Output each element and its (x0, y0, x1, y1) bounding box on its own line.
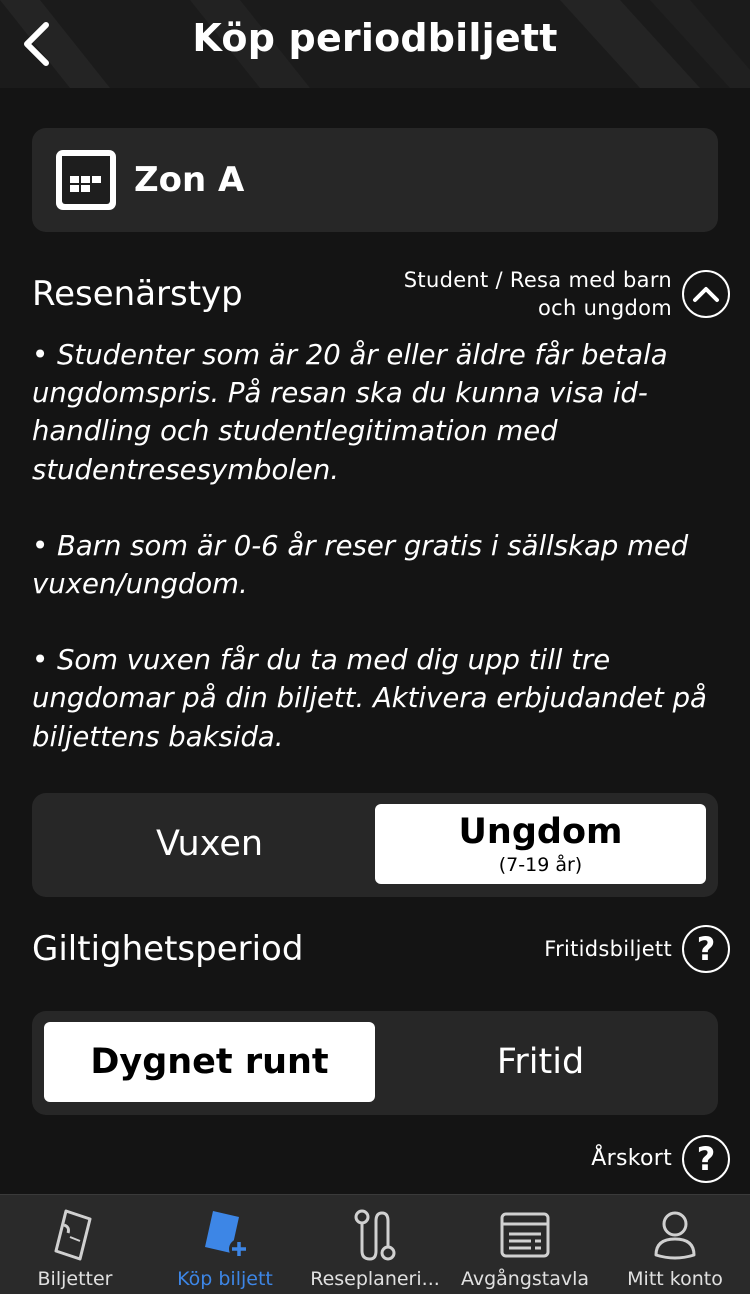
option-fritid-label: Fritid (496, 1042, 585, 1082)
traveler-type-title: Resenärstyp (32, 274, 243, 314)
option-ungdom-label: Ungdom (458, 812, 623, 852)
arskort-label: Årskort (591, 1146, 672, 1171)
buy-ticket-icon (197, 1205, 253, 1265)
traveler-info-text: • Studenter som är 20 år eller äldre får… (32, 336, 722, 794)
nav-biljetter[interactable]: Biljetter (0, 1195, 150, 1294)
chevron-up-circle-icon (682, 270, 730, 318)
traveler-type-row: Resenärstyp Student / Resa med barn och … (32, 262, 730, 326)
option-ungdom-age: (7-19 år) (498, 854, 583, 876)
option-ungdom[interactable]: Ungdom (7-19 år) (375, 804, 706, 884)
arskort-help[interactable]: Årskort ? (591, 1135, 730, 1183)
option-vuxen[interactable]: Vuxen (44, 804, 375, 884)
question-circle-icon: ? (682, 1135, 730, 1183)
nav-kop-biljett-label: Köp biljett (177, 1268, 273, 1290)
nav-avgangstavla-label: Avgångstavla (460, 1268, 590, 1290)
bottom-navigation: Biljetter Köp biljett Reseplaneri... Avg… (0, 1194, 750, 1294)
zone-label: Zon A (134, 160, 245, 200)
nav-reseplanerare[interactable]: Reseplaneri... (300, 1195, 450, 1294)
annual-row: Årskort ? (32, 1130, 730, 1188)
option-dygnet-runt[interactable]: Dygnet runt (44, 1022, 375, 1102)
info-paragraph-children: • Barn som är 0-6 år reser gratis i säll… (32, 529, 689, 601)
user-icon (647, 1205, 703, 1265)
route-icon (347, 1205, 403, 1265)
student-info-toggle-label: Student / Resa med barn och ungdom (403, 268, 672, 320)
ticket-icon (47, 1205, 103, 1265)
calendar-icon (56, 150, 116, 210)
page-title: Köp periodbiljett (192, 16, 558, 60)
option-dygnet-runt-label: Dygnet runt (90, 1042, 329, 1082)
nav-mitt-konto-label: Mitt konto (627, 1268, 723, 1290)
question-circle-icon: ? (682, 925, 730, 973)
fritidsbiljett-label: Fritidsbiljett (544, 937, 672, 961)
nav-mitt-konto[interactable]: Mitt konto (600, 1195, 750, 1294)
info-paragraph-students: • Studenter som är 20 år eller äldre får… (32, 339, 668, 486)
nav-reseplanerare-label: Reseplaneri... (310, 1268, 440, 1290)
student-info-toggle[interactable]: Student / Resa med barn och ungdom (404, 266, 730, 322)
fritidsbiljett-help[interactable]: Fritidsbiljett ? (544, 925, 730, 973)
header-bar: Köp periodbiljett (0, 0, 750, 88)
nav-avgangstavla[interactable]: Avgångstavla (450, 1195, 600, 1294)
info-paragraph-adult: • Som vuxen får du ta med dig upp till t… (32, 644, 707, 753)
traveler-type-segment: Vuxen Ungdom (7-19 år) (32, 793, 718, 897)
validity-title: Giltighetsperiod (32, 929, 304, 969)
zone-selector[interactable]: Zon A (32, 128, 718, 232)
option-fritid[interactable]: Fritid (375, 1022, 706, 1102)
nav-biljetter-label: Biljetter (37, 1268, 113, 1290)
screen: Köp periodbiljett Zon A Resenärstyp Stud… (0, 0, 750, 1294)
nav-kop-biljett[interactable]: Köp biljett (150, 1195, 300, 1294)
option-vuxen-label: Vuxen (155, 824, 264, 864)
validity-segment: Dygnet runt Fritid (32, 1011, 718, 1115)
departure-board-icon (497, 1205, 553, 1265)
validity-row: Giltighetsperiod Fritidsbiljett ? (32, 920, 730, 978)
